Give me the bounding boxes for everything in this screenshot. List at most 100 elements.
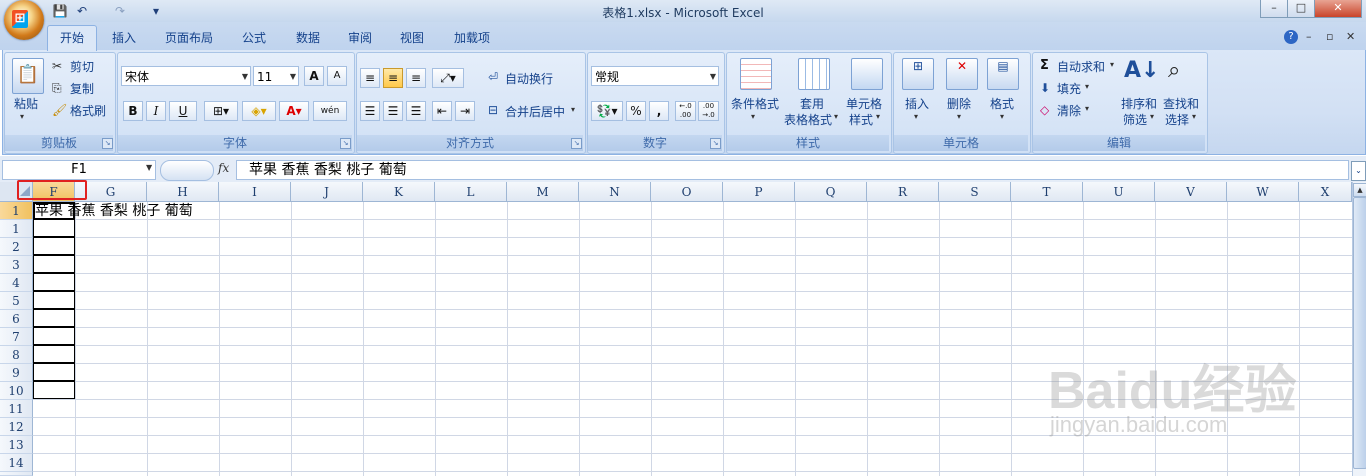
column-header-h[interactable]: H (147, 182, 219, 202)
cell-styles-button-2[interactable]: 样式 (849, 111, 873, 128)
name-box-dropdown-icon[interactable]: ▼ (146, 163, 152, 172)
paste-dropdown-icon[interactable]: ▾ (20, 112, 24, 121)
row-header-14[interactable]: 14 (0, 454, 33, 472)
table-format-button-2[interactable]: 表格格式 (784, 111, 832, 128)
tab-add-ins[interactable]: 加载项 (446, 28, 498, 48)
number-launcher-icon[interactable]: ↘ (710, 138, 721, 149)
row-header-15[interactable] (0, 472, 33, 476)
maximize-button[interactable]: □ (1287, 0, 1315, 18)
table-format-button-1[interactable]: 套用 (800, 95, 824, 112)
cell-styles-button-1[interactable]: 单元格 (846, 95, 882, 112)
cell-f[interactable] (33, 255, 75, 273)
chevron-down-icon[interactable]: ▾ (876, 112, 880, 121)
column-header-m[interactable]: M (507, 182, 579, 202)
cell-f[interactable] (33, 237, 75, 255)
format-cells-icon[interactable]: ▤ (987, 58, 1019, 90)
column-header-t[interactable]: T (1011, 182, 1083, 202)
row-header-4[interactable]: 4 (0, 274, 33, 292)
minimize-button[interactable]: – (1260, 0, 1288, 18)
chevron-down-icon[interactable]: ▾ (1192, 112, 1196, 121)
font-color-button[interactable]: A▾ (279, 101, 309, 121)
font-launcher-icon[interactable]: ↘ (340, 138, 351, 149)
underline-button[interactable]: U (169, 101, 197, 121)
merge-dropdown-icon[interactable]: ▾ (571, 105, 575, 114)
number-format-select[interactable]: 常规 ▼ (591, 66, 719, 86)
insert-cells-icon[interactable]: ⊞ (902, 58, 934, 90)
chevron-down-icon[interactable]: ▾ (914, 112, 918, 121)
find-select-button-2[interactable]: 选择 (1165, 111, 1189, 128)
orientation-icon[interactable]: ⤢▾ (432, 68, 464, 88)
paste-button[interactable]: 粘贴 (14, 95, 38, 112)
phonetic-button[interactable]: wén (313, 101, 347, 121)
column-header-j[interactable]: J (291, 182, 363, 202)
row-header-12[interactable]: 12 (0, 418, 33, 436)
row-header-13[interactable]: 13 (0, 436, 33, 454)
row-header-2[interactable]: 2 (0, 238, 33, 256)
find-select-button-1[interactable]: 查找和 (1163, 95, 1199, 112)
alignment-launcher-icon[interactable]: ↘ (571, 138, 582, 149)
format-painter-button[interactable]: 格式刷 (70, 102, 106, 119)
currency-icon[interactable]: 💱▾ (591, 101, 623, 121)
increase-indent-icon[interactable]: ⇥ (455, 101, 475, 121)
font-name-select[interactable]: 宋体 ▼ (121, 66, 251, 86)
row-header-5[interactable]: 5 (0, 292, 33, 310)
chevron-down-icon[interactable]: ▾ (1085, 104, 1089, 113)
cell-f[interactable] (33, 273, 75, 291)
conditional-format-button[interactable]: 条件格式 (731, 95, 779, 112)
column-header-n[interactable]: N (579, 182, 651, 202)
fill-button[interactable]: 填充 (1057, 80, 1081, 97)
align-middle-icon[interactable]: ≡ (383, 68, 403, 88)
row-header-1[interactable]: 1 (0, 202, 33, 220)
close-button[interactable]: ✕ (1314, 0, 1362, 18)
chevron-down-icon[interactable]: ▾ (751, 112, 755, 121)
sort-filter-icon[interactable]: A↓ (1124, 58, 1159, 83)
fill-color-button[interactable]: ◈▾ (242, 101, 276, 121)
chevron-down-icon[interactable]: ▾ (1110, 60, 1114, 69)
delete-cells-icon[interactable]: ✕ (946, 58, 978, 90)
column-header-o[interactable]: O (651, 182, 723, 202)
chevron-down-icon[interactable]: ▾ (1150, 112, 1154, 121)
paste-icon[interactable]: 📋 (12, 58, 44, 94)
column-header-x[interactable]: X (1299, 182, 1352, 202)
cell-f[interactable] (33, 363, 75, 381)
align-center-icon[interactable]: ☰ (383, 101, 403, 121)
ribbon-close-icon[interactable]: ✕ (1346, 30, 1355, 43)
row-header-9[interactable]: 9 (0, 364, 33, 382)
tab-insert[interactable]: 插入 (104, 28, 144, 48)
insert-function-icon[interactable]: fx (218, 161, 229, 175)
binoculars-icon[interactable]: ⌕ (1168, 58, 1180, 83)
tab-formulas[interactable]: 公式 (234, 28, 274, 48)
align-left-icon[interactable]: ☰ (360, 101, 380, 121)
column-header-s[interactable]: S (939, 182, 1011, 202)
sort-filter-button-1[interactable]: 排序和 (1121, 95, 1157, 112)
tab-data[interactable]: 数据 (288, 28, 328, 48)
column-header-k[interactable]: K (363, 182, 435, 202)
ribbon-restore-icon[interactable]: ▫ (1326, 30, 1333, 43)
ribbon-minimize-icon[interactable]: – (1306, 30, 1312, 43)
chevron-down-icon[interactable]: ▾ (1085, 82, 1089, 91)
cell-f[interactable] (33, 327, 75, 345)
row-header-7[interactable]: 7 (0, 328, 33, 346)
chevron-down-icon[interactable]: ▾ (1000, 112, 1004, 121)
copy-button[interactable]: 复制 (70, 80, 94, 97)
font-size-select[interactable]: 11 ▼ (253, 66, 299, 86)
column-header-p[interactable]: P (723, 182, 795, 202)
column-header-i[interactable]: I (219, 182, 291, 202)
format-cells-button[interactable]: 格式 (990, 95, 1014, 112)
row-header-6[interactable]: 6 (0, 310, 33, 328)
chevron-down-icon[interactable]: ▾ (957, 112, 961, 121)
column-header-q[interactable]: Q (795, 182, 867, 202)
increase-decimal-button[interactable]: ←.0 .00 (675, 101, 696, 121)
borders-button[interactable]: ⊞▾ (204, 101, 238, 121)
wrap-text-button[interactable]: 自动换行 (505, 70, 553, 87)
decrease-decimal-button[interactable]: .00 →.0 (698, 101, 719, 121)
sort-filter-button-2[interactable]: 筛选 (1123, 111, 1147, 128)
formula-input[interactable]: 苹果 香蕉 香梨 桃子 葡萄 (236, 160, 1349, 180)
scrollbar-thumb[interactable] (1353, 197, 1366, 469)
tab-review[interactable]: 审阅 (340, 28, 380, 48)
bold-button[interactable]: B (123, 101, 143, 121)
column-header-r[interactable]: R (867, 182, 939, 202)
autosum-button[interactable]: 自动求和 (1057, 58, 1105, 75)
tab-view[interactable]: 视图 (392, 28, 432, 48)
percent-button[interactable]: % (626, 101, 646, 121)
